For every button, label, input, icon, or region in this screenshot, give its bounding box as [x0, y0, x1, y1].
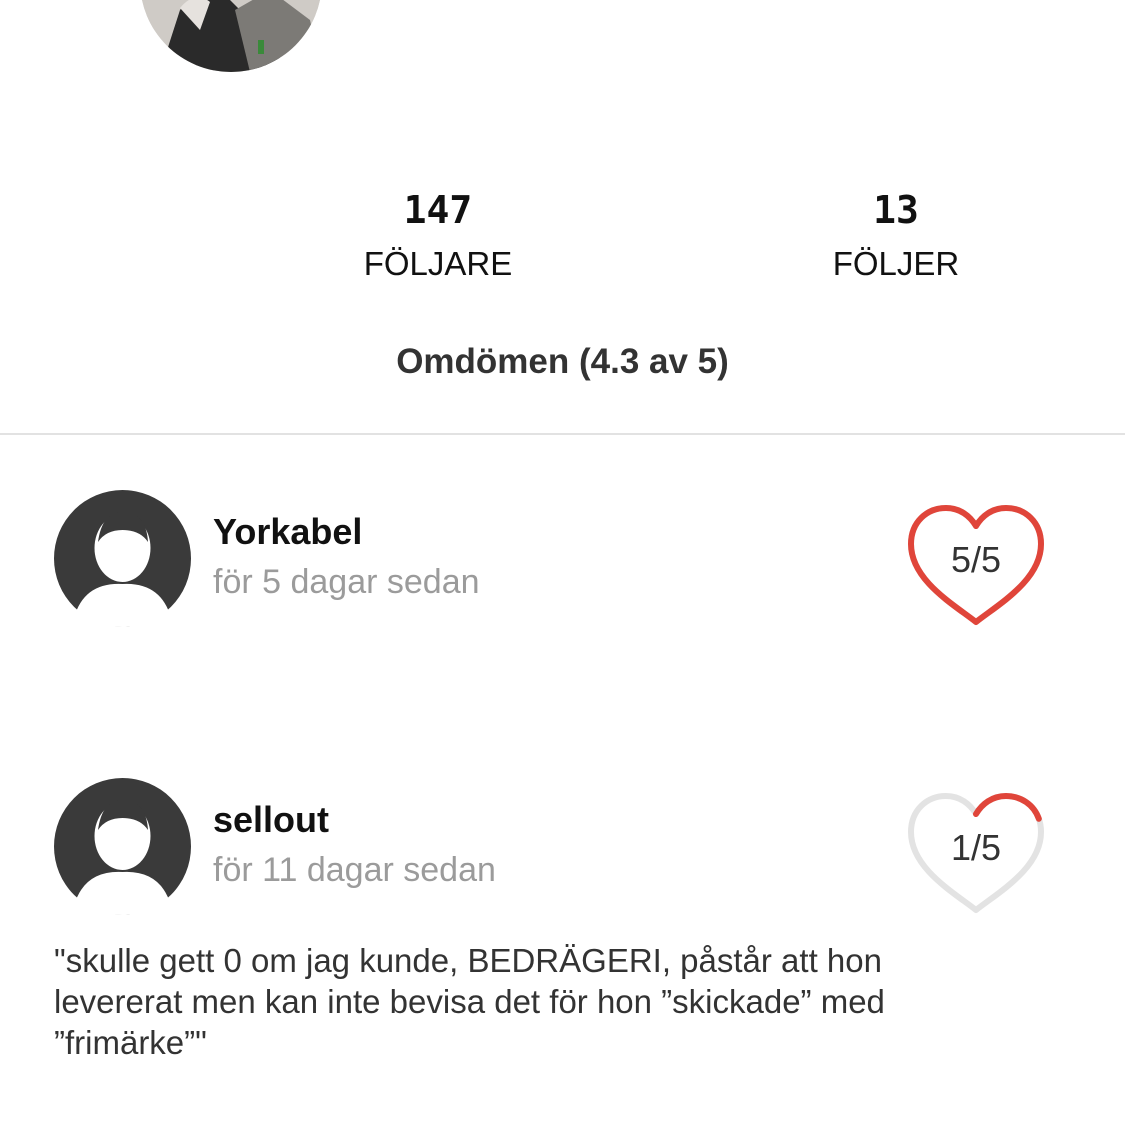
- following-label: FÖLJER: [832, 245, 960, 282]
- followers-stat[interactable]: 147 FÖLJARE: [308, 190, 568, 284]
- default-avatar-icon[interactable]: [54, 490, 191, 627]
- rating-value: 5/5: [950, 539, 1002, 580]
- review-comment: "skulle gett 0 om jag kunde, BEDRÄGERI, …: [54, 942, 885, 1061]
- review-time: för 5 dagar sedan: [213, 563, 480, 601]
- review-time: för 11 dagar sedan: [213, 851, 496, 889]
- divider: [0, 433, 1125, 435]
- followers-count: 147: [403, 188, 473, 232]
- rating-value: 1/5: [950, 827, 1002, 868]
- rating-badge: 5/5: [903, 500, 1049, 630]
- reviewer-name[interactable]: sellout: [213, 800, 329, 840]
- profile-photo-image: [140, 0, 322, 72]
- profile-avatar[interactable]: [140, 0, 322, 72]
- reviewer-name[interactable]: Yorkabel: [213, 512, 362, 552]
- default-avatar-icon[interactable]: [54, 778, 191, 915]
- rating-badge: 1/5: [903, 788, 1049, 918]
- reviews-title: Omdömen (4.3 av 5): [396, 342, 729, 381]
- followers-label: FÖLJARE: [363, 245, 513, 282]
- following-stat[interactable]: 13 FÖLJER: [766, 190, 1026, 284]
- following-count: 13: [873, 188, 919, 232]
